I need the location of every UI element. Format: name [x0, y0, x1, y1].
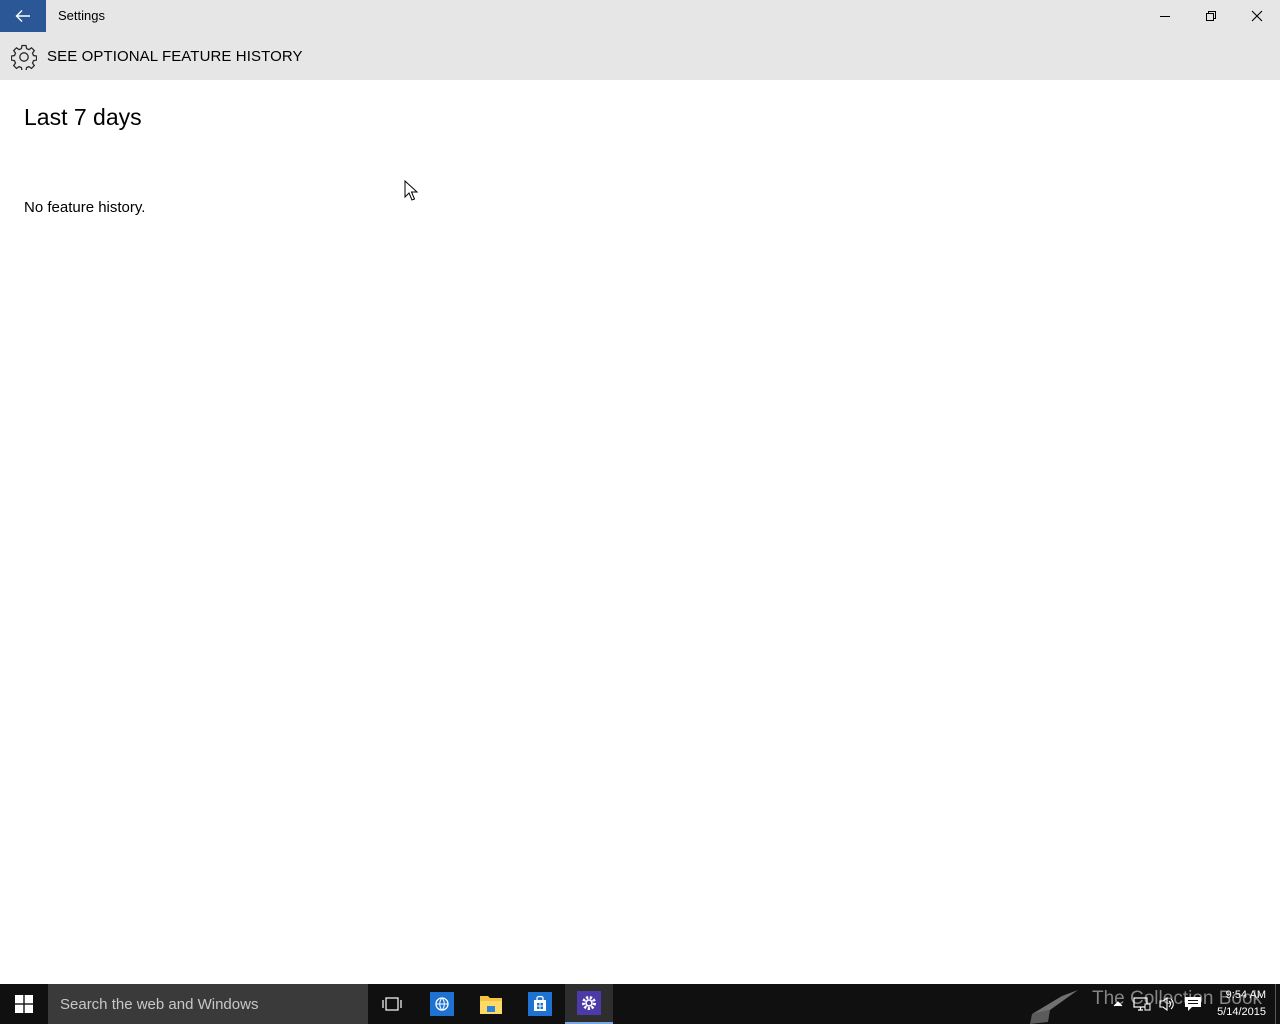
- clock-time: 9:54 AM: [1225, 989, 1266, 1001]
- notifications-icon: [1185, 997, 1201, 1011]
- gear-icon: [11, 44, 37, 70]
- settings-gear-icon: [577, 991, 601, 1015]
- minimize-button[interactable]: [1142, 0, 1188, 32]
- close-button[interactable]: [1234, 0, 1280, 32]
- close-icon: [1251, 10, 1263, 22]
- back-button[interactable]: [0, 0, 46, 32]
- chevron-up-icon: [1113, 1001, 1123, 1007]
- volume-button[interactable]: [1157, 994, 1177, 1014]
- action-center-button[interactable]: [1183, 994, 1203, 1014]
- page-header: SEE OPTIONAL FEATURE HISTORY: [0, 32, 1280, 80]
- restore-button[interactable]: [1188, 0, 1234, 32]
- taskbar-store[interactable]: [516, 984, 564, 1024]
- watermark-book-icon: [1030, 990, 1078, 1024]
- empty-history-message: No feature history.: [24, 199, 146, 216]
- taskbar-file-explorer[interactable]: [467, 984, 515, 1024]
- clock-date: 5/14/2015: [1217, 1006, 1266, 1018]
- show-desktop-button[interactable]: [1275, 984, 1280, 1024]
- minimize-icon: [1160, 16, 1170, 17]
- show-hidden-icons-button[interactable]: [1108, 994, 1128, 1014]
- taskbar-search-box[interactable]: Search the web and Windows: [48, 984, 368, 1024]
- title-bar: Settings: [0, 0, 1280, 32]
- restore-icon: [1206, 11, 1216, 21]
- taskbar-internet-explorer[interactable]: [418, 984, 466, 1024]
- network-button[interactable]: [1132, 994, 1152, 1014]
- taskbar-settings[interactable]: [565, 984, 613, 1024]
- folder-icon: [480, 996, 502, 1014]
- windows-logo-icon: [15, 995, 33, 1013]
- network-icon: [1133, 997, 1151, 1011]
- start-button[interactable]: [0, 984, 48, 1024]
- window-title: Settings: [58, 8, 105, 23]
- search-placeholder: Search the web and Windows: [60, 996, 259, 1013]
- volume-icon: [1159, 996, 1174, 1012]
- back-arrow-icon: [15, 10, 30, 22]
- task-view-button[interactable]: [368, 984, 416, 1024]
- internet-explorer-icon: [430, 992, 454, 1016]
- task-view-icon: [382, 997, 402, 1011]
- mouse-cursor-icon: [404, 180, 419, 201]
- taskbar: Search the web and Windows The Collectio…: [0, 984, 1280, 1024]
- store-icon: [528, 992, 552, 1016]
- section-title: Last 7 days: [24, 104, 142, 130]
- page-title: SEE OPTIONAL FEATURE HISTORY: [47, 48, 303, 65]
- taskbar-clock[interactable]: 9:54 AM 5/14/2015: [1206, 987, 1266, 1021]
